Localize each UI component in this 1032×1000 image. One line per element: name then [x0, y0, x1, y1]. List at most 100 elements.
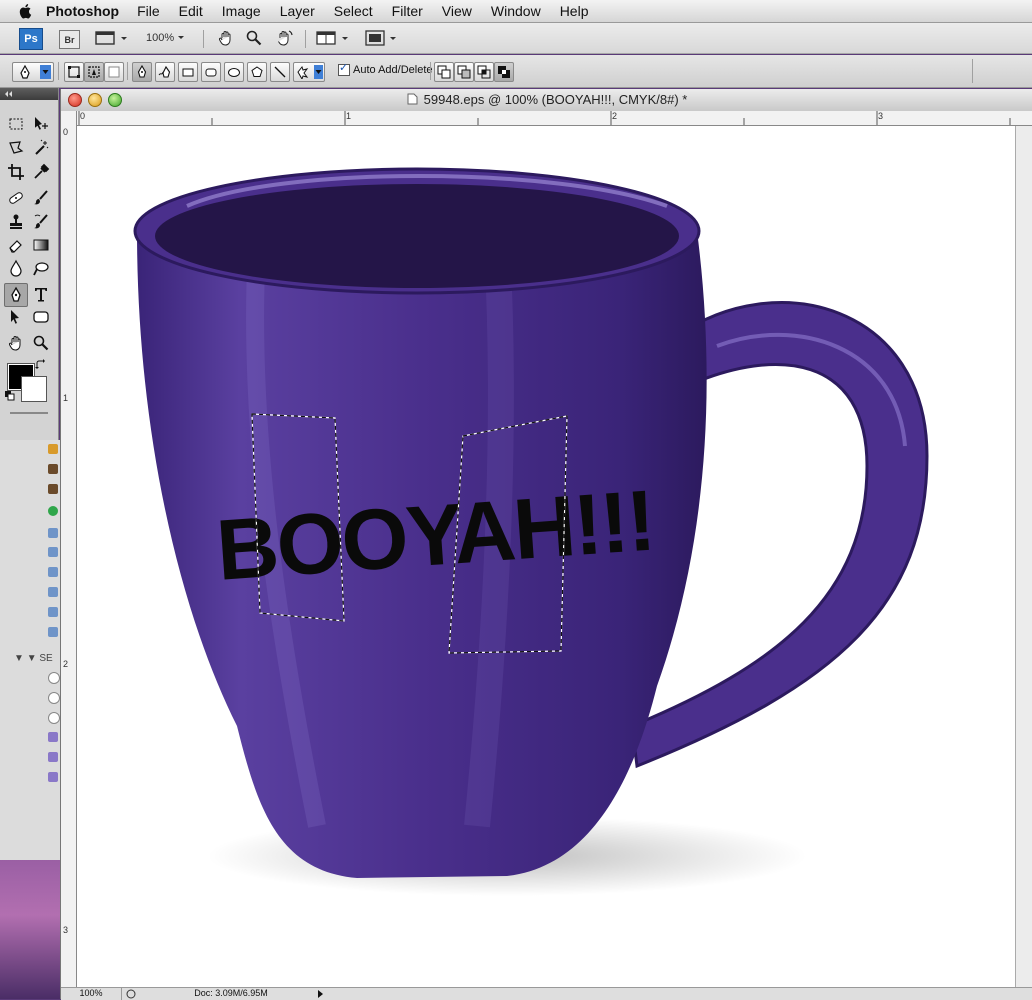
- hand-tool-button[interactable]: [216, 28, 236, 48]
- exclude-overlap-button[interactable]: [494, 62, 514, 82]
- eraser-tool[interactable]: [5, 234, 27, 256]
- magic-wand-tool[interactable]: [30, 137, 52, 159]
- menu-filter[interactable]: Filter: [392, 3, 423, 19]
- eyedropper-tool[interactable]: [30, 161, 52, 183]
- rectangular-marquee-icon: [9, 118, 23, 130]
- status-doc-size: Doc: 3.09M/6.95M: [194, 988, 268, 998]
- status-menu-button[interactable]: [315, 988, 325, 1000]
- document-title-bar[interactable]: 59948.eps @ 100% (BOOYAH!!!, CMYK/8#) *: [61, 89, 1032, 112]
- blur-tool[interactable]: [5, 257, 27, 279]
- eyedropper-icon: [34, 163, 50, 179]
- view-extras-button[interactable]: [95, 28, 129, 48]
- droplet-icon: [10, 259, 22, 277]
- zoom-level-select[interactable]: 100%: [146, 28, 188, 48]
- fill-pixels-button[interactable]: [104, 62, 124, 82]
- checkbox-checked-icon: [338, 61, 350, 76]
- image-canvas[interactable]: BOOYAH!!!: [77, 126, 1015, 989]
- dodge-tool[interactable]: [30, 257, 52, 279]
- ellipse-option[interactable]: [224, 62, 244, 82]
- collapse-arrows-icon: [5, 91, 12, 97]
- crop-tool[interactable]: [5, 161, 27, 183]
- document-title: 59948.eps @ 100% (BOOYAH!!!, CMYK/8#) *: [61, 92, 1032, 107]
- brush-tool[interactable]: [30, 187, 52, 209]
- apple-icon[interactable]: [18, 3, 34, 19]
- menu-help[interactable]: Help: [560, 3, 589, 19]
- disclosure-triangle-icon: ▼: [14, 653, 24, 664]
- horizontal-ruler[interactable]: 0 1 2 3: [77, 111, 1032, 126]
- vertical-ruler[interactable]: 0 1 2 3: [61, 111, 77, 989]
- screen-mode-button[interactable]: [364, 28, 400, 48]
- menu-image[interactable]: Image: [222, 3, 261, 19]
- layer-thumbnail-icon: [48, 484, 58, 494]
- subtract-from-path-button[interactable]: [454, 62, 474, 82]
- zoom-tool[interactable]: [30, 332, 52, 354]
- ruler-label: 1: [346, 111, 352, 121]
- auto-add-delete-checkbox[interactable]: Auto Add/Delete: [338, 61, 433, 76]
- status-zoom-field[interactable]: 100%: [61, 988, 122, 1000]
- move-icon: [35, 117, 48, 130]
- shape-layers-button[interactable]: [64, 62, 84, 82]
- mug-artwork: BOOYAH!!!: [133, 167, 929, 896]
- tool-preset-picker[interactable]: [12, 62, 54, 82]
- menu-select[interactable]: Select: [334, 3, 373, 19]
- ruler-label: 3: [878, 111, 884, 121]
- tools-panel: [0, 88, 59, 440]
- status-options-button[interactable]: [125, 988, 137, 1000]
- zoom-tool-button[interactable]: [244, 28, 264, 48]
- default-colors-button[interactable]: [4, 390, 16, 402]
- separator: [430, 62, 431, 80]
- swap-colors-button[interactable]: [34, 358, 48, 372]
- clone-stamp-tool[interactable]: [5, 211, 27, 233]
- polygon-icon: [251, 66, 263, 77]
- marquee-tool[interactable]: [5, 113, 27, 135]
- history-state-icon: [48, 732, 58, 742]
- paths-button[interactable]: [84, 62, 104, 82]
- section-name: SE: [39, 653, 53, 664]
- swap-arrows-icon: [35, 359, 45, 369]
- gradient-tool[interactable]: [30, 234, 52, 256]
- ellipse-icon: [228, 68, 240, 77]
- path-selection-tool[interactable]: [5, 306, 27, 328]
- hand-tool[interactable]: [5, 332, 27, 354]
- disclosure-triangle-icon: ▼: [26, 653, 37, 664]
- clock-icon: [48, 692, 60, 704]
- custom-shape-option[interactable]: [293, 62, 325, 82]
- history-brush-tool[interactable]: [30, 211, 52, 233]
- healing-brush-tool[interactable]: [5, 187, 27, 209]
- intersect-path-button[interactable]: [474, 62, 494, 82]
- history-brush-icon: [34, 214, 48, 229]
- menu-view[interactable]: View: [442, 3, 472, 19]
- bridge-button[interactable]: Br: [59, 30, 80, 49]
- add-to-path-button[interactable]: [434, 62, 454, 82]
- menu-edit[interactable]: Edit: [179, 3, 203, 19]
- menu-file[interactable]: File: [137, 3, 160, 19]
- rectangle-shape-option[interactable]: [178, 62, 198, 82]
- shape-tool[interactable]: [30, 306, 52, 328]
- line-option[interactable]: [270, 62, 290, 82]
- ruler-label: 3: [63, 925, 69, 935]
- vertical-scrollbar[interactable]: [1015, 126, 1032, 989]
- subtract-path-icon: [457, 65, 471, 79]
- rotate-view-button[interactable]: [273, 28, 295, 48]
- status-icon: [126, 989, 136, 999]
- pen-tool[interactable]: [4, 283, 28, 307]
- lasso-tool[interactable]: [5, 137, 27, 159]
- pen-tool-option[interactable]: [132, 62, 152, 82]
- menu-layer[interactable]: Layer: [280, 3, 315, 19]
- freeform-pen-option[interactable]: [155, 62, 175, 82]
- tools-panel-header[interactable]: [0, 88, 58, 100]
- menu-window[interactable]: Window: [491, 3, 541, 19]
- rounded-rectangle-option[interactable]: [201, 62, 221, 82]
- background-color-swatch[interactable]: [21, 376, 47, 402]
- stamp-icon: [10, 214, 22, 229]
- polygon-option[interactable]: [247, 62, 267, 82]
- type-tool[interactable]: [30, 283, 52, 305]
- photoshop-logo[interactable]: Ps: [19, 28, 43, 50]
- freeform-pen-icon: [158, 65, 171, 78]
- quick-mask-button[interactable]: [10, 410, 48, 416]
- arrange-documents-button[interactable]: [316, 28, 352, 48]
- move-tool[interactable]: [30, 113, 52, 135]
- menu-app-name[interactable]: Photoshop: [46, 3, 119, 19]
- panel-section-label[interactable]: ▼ ▼ SE: [14, 653, 53, 664]
- ruler-label: 0: [63, 127, 69, 137]
